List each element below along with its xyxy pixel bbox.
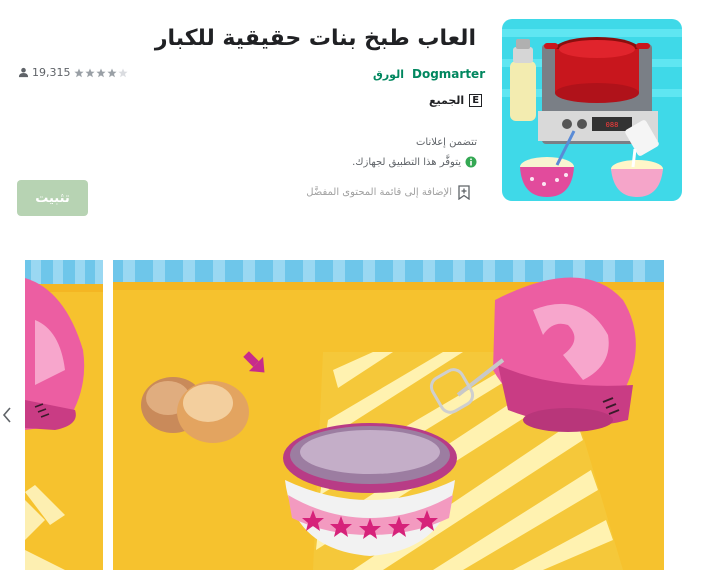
developer-link[interactable]: Dogmarter: [412, 67, 485, 81]
star-rating: [73, 68, 128, 78]
star-icon: [73, 68, 84, 77]
availability-text: يتوفَّر هذا التطبيق لجهازك.: [352, 156, 461, 168]
info-check-icon: [465, 156, 477, 168]
availability-note: يتوفَّر هذا التطبيق لجهازك.: [352, 156, 477, 168]
person-icon: [18, 67, 29, 78]
rating-summary: 19,315: [18, 66, 128, 79]
category-link[interactable]: الورق: [373, 68, 404, 81]
app-icon: 088: [502, 19, 682, 201]
app-title: العاب طبخ بنات حقيقية للكبار: [154, 26, 476, 51]
content-rating-label: الجميع: [429, 94, 465, 107]
chevron-left-icon[interactable]: [0, 404, 14, 426]
wishlist-label: الإضافة إلى قائمة المحتوى المفضَّل: [306, 187, 452, 198]
bookmark-add-icon: [458, 185, 470, 200]
content-rating: E الجميع: [429, 94, 483, 107]
screenshot-2[interactable]: [113, 260, 664, 570]
star-icon: [106, 68, 117, 77]
rating-count: 19,315: [32, 66, 71, 79]
svg-text:088: 088: [606, 121, 619, 129]
install-button[interactable]: تثبيت: [17, 180, 88, 216]
content-rating-badge: E: [469, 94, 483, 107]
ads-note: تتضمن إعلانات: [415, 137, 477, 148]
screenshot-1[interactable]: [25, 260, 103, 570]
star-icon: [95, 68, 106, 77]
star-icon: [84, 68, 95, 77]
add-to-wishlist[interactable]: الإضافة إلى قائمة المحتوى المفضَّل: [306, 185, 470, 200]
star-icon: [117, 68, 128, 77]
